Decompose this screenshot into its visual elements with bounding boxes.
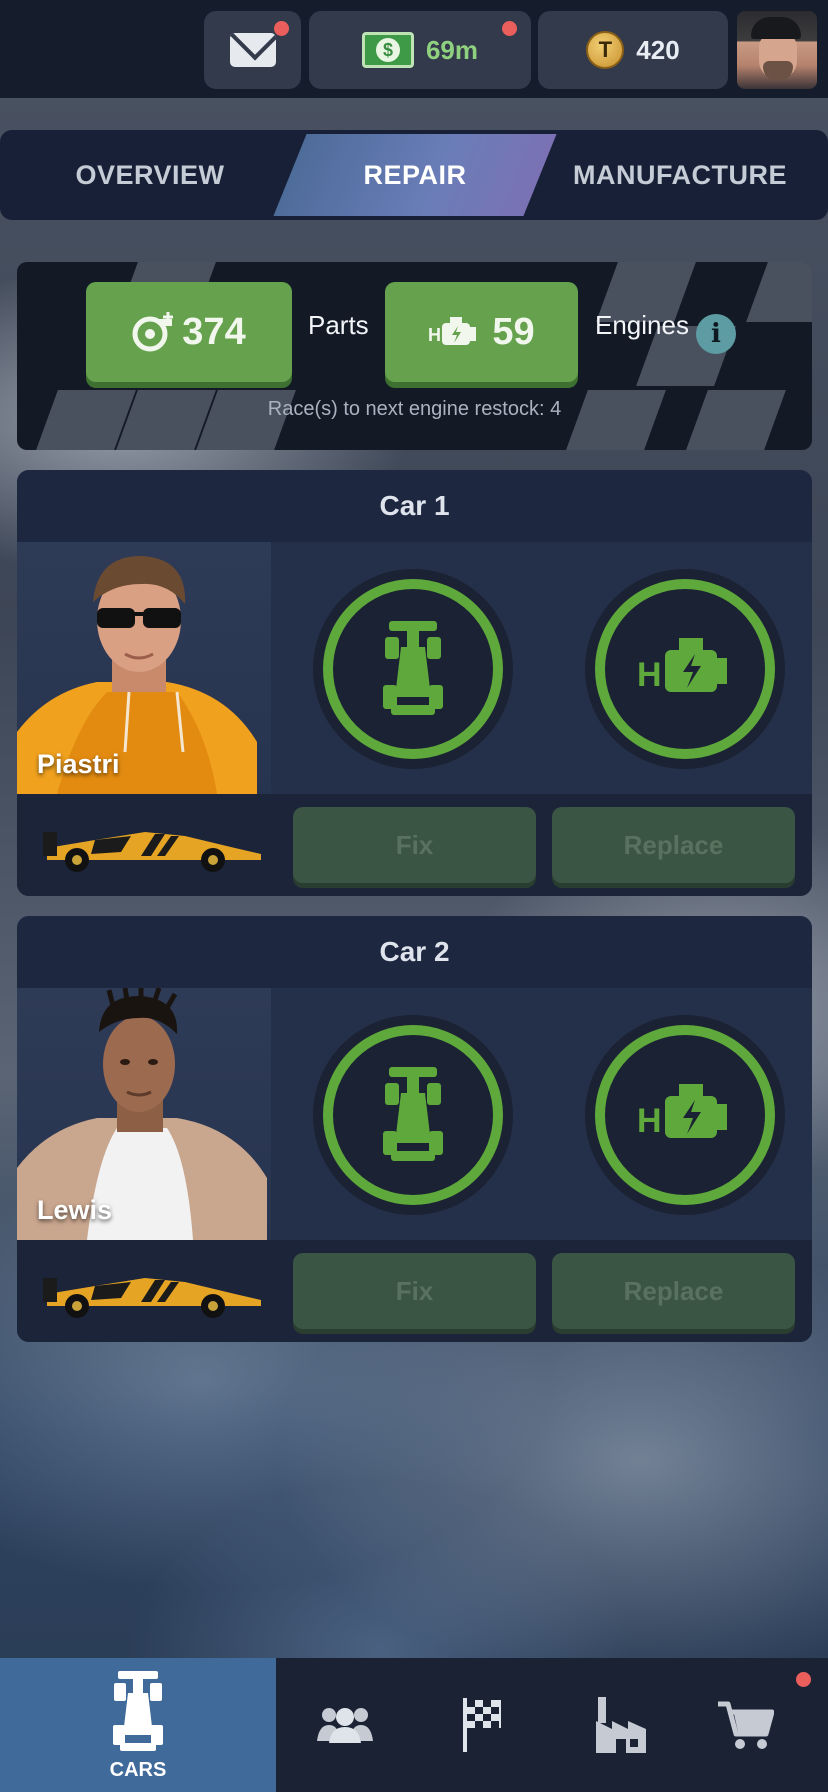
driver-name: Piastri bbox=[37, 749, 120, 779]
car-footer: Fix Replace bbox=[17, 794, 812, 896]
shop-notification-dot bbox=[796, 1672, 811, 1687]
parts-label: Parts bbox=[308, 310, 369, 340]
car-footer: Fix Replace bbox=[17, 1240, 812, 1342]
restock-text: Race(s) to next engine restock: 4 bbox=[267, 398, 562, 420]
mail-notification-dot bbox=[274, 21, 289, 36]
tab-manufacture[interactable]: MANUFACTURE bbox=[550, 130, 810, 220]
car-card-1: Car 1 Piastri H Fix Replace bbox=[17, 470, 812, 896]
race-flag-icon bbox=[463, 1698, 501, 1752]
engines-label: Engines bbox=[595, 310, 689, 340]
cash-notification-dot bbox=[502, 21, 517, 36]
nav-cars[interactable]: CARS bbox=[0, 1658, 276, 1792]
engine-icon: H bbox=[637, 1084, 727, 1140]
car-card-2: Car 2 Lewis H Fix Replace bbox=[17, 916, 812, 1342]
engine-repair-button[interactable]: H bbox=[585, 1015, 785, 1215]
mail-button[interactable] bbox=[204, 11, 301, 89]
tab-repair[interactable]: REPAIR bbox=[290, 130, 540, 220]
cash-icon: $ bbox=[361, 32, 414, 68]
parts-count: 374 bbox=[182, 310, 246, 353]
coin-amount: 420 bbox=[636, 34, 680, 65]
fix-button[interactable]: Fix bbox=[293, 1253, 536, 1329]
nav-cars-label: CARS bbox=[109, 1758, 167, 1781]
car-chassis-icon bbox=[383, 621, 443, 715]
car-icon bbox=[113, 1670, 163, 1751]
cart-icon bbox=[718, 1701, 774, 1749]
engines-count: 59 bbox=[492, 310, 535, 353]
profile-avatar[interactable] bbox=[737, 11, 817, 89]
nav-shop[interactable] bbox=[662, 1658, 828, 1792]
race-car-image bbox=[43, 832, 261, 872]
mail-icon bbox=[229, 33, 276, 67]
engines-counter: H 59 bbox=[385, 282, 578, 382]
engine-icon: H bbox=[428, 317, 477, 345]
driver-portrait: Lewis bbox=[17, 987, 271, 1240]
top-bar: $ 69m T 420 bbox=[0, 0, 828, 98]
resources-panel: 374 Parts H 59 Engines i Race(s) to next… bbox=[17, 262, 812, 450]
parts-counter: 374 bbox=[86, 282, 292, 382]
cash-amount: 69m bbox=[425, 34, 479, 65]
car-title: Car 2 bbox=[17, 916, 812, 988]
engine-icon: H bbox=[637, 638, 727, 694]
info-icon[interactable]: i bbox=[696, 314, 736, 354]
car-title: Car 1 bbox=[17, 470, 812, 542]
coin-icon: T bbox=[586, 31, 625, 69]
chassis-repair-button[interactable] bbox=[313, 1015, 513, 1215]
driver-portrait: Piastri bbox=[17, 542, 271, 794]
race-car-image bbox=[43, 1278, 261, 1318]
tab-overview[interactable]: OVERVIEW bbox=[20, 130, 280, 220]
svg-text:H: H bbox=[428, 325, 441, 345]
cash-balance-button[interactable]: $ 69m bbox=[309, 11, 531, 89]
turbo-part-icon bbox=[132, 312, 174, 352]
team-icon bbox=[317, 1708, 373, 1743]
fix-button[interactable]: Fix bbox=[293, 807, 536, 883]
bottom-nav: CARS bbox=[0, 1658, 828, 1792]
driver-name: Lewis bbox=[37, 1195, 113, 1225]
chassis-repair-button[interactable] bbox=[313, 569, 513, 769]
replace-button[interactable]: Replace bbox=[552, 1253, 795, 1329]
svg-text:H: H bbox=[637, 1102, 662, 1140]
replace-button[interactable]: Replace bbox=[552, 807, 795, 883]
coin-balance-button[interactable]: T 420 bbox=[538, 11, 728, 89]
engine-repair-button[interactable]: H bbox=[585, 569, 785, 769]
svg-text:H: H bbox=[637, 656, 662, 694]
tab-bar: OVERVIEW REPAIR MANUFACTURE bbox=[0, 130, 828, 220]
factory-icon bbox=[596, 1697, 646, 1753]
car-chassis-icon bbox=[383, 1067, 443, 1161]
